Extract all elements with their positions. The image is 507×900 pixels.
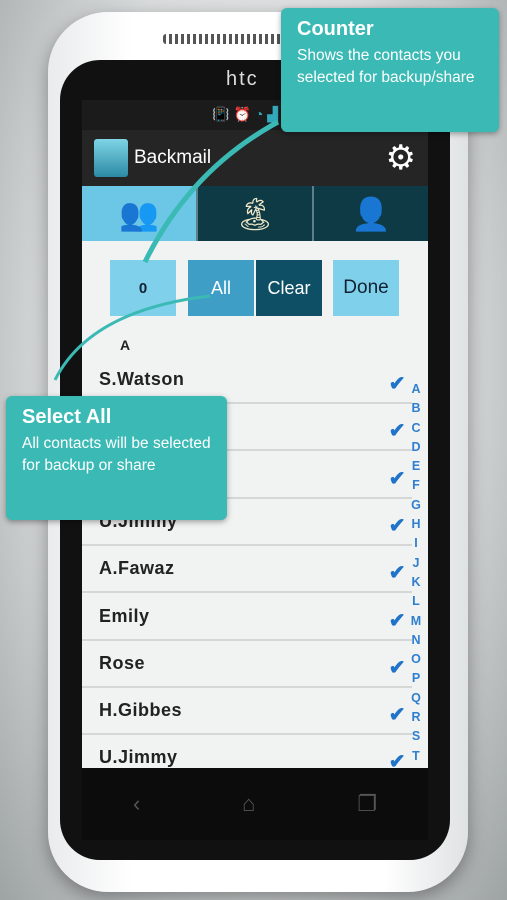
callout-text: All contacts will be selected for backup… [22, 435, 211, 474]
select-all-callout: Select All All contacts will be selected… [6, 396, 227, 520]
callout-text: Shows the contacts you selected for back… [297, 47, 475, 86]
counter-callout: Counter Shows the contacts you selected … [281, 8, 499, 132]
callout-title: Select All [22, 406, 112, 428]
callout-title: Counter [297, 18, 374, 40]
